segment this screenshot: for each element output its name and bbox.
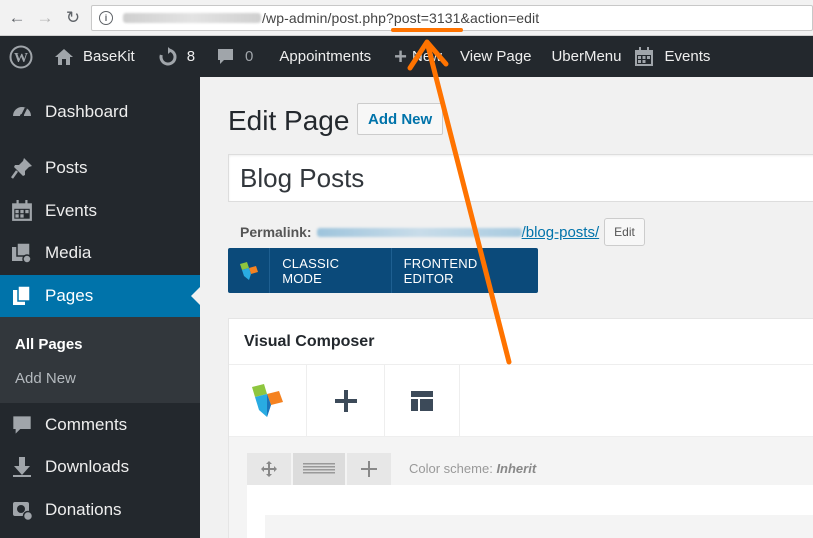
sidebar-item-donations[interactable]: Donations — [0, 489, 200, 531]
vc-toolbar — [229, 365, 813, 437]
vc-logo-icon — [228, 248, 271, 293]
vc-canvas: Color scheme: Inherit — [229, 437, 813, 538]
new-content-link[interactable]: + New — [394, 36, 442, 77]
row-layout-icon[interactable] — [293, 453, 345, 485]
vc-row-body — [247, 485, 813, 538]
sidebar-item-media[interactable]: Media — [0, 232, 200, 274]
submenu-add-new[interactable]: Add New — [15, 370, 76, 387]
sidebar-item-posts[interactable]: Posts — [0, 147, 200, 189]
visual-composer-panel: Visual Composer Color scheme: Inherit — [228, 318, 813, 538]
events-link[interactable]: Events — [634, 36, 711, 77]
address-bar[interactable]: i /wp-admin/post.php?post=3131&action=ed… — [91, 5, 813, 31]
comments-link[interactable]: 0 — [216, 36, 253, 77]
svg-text:W: W — [14, 51, 28, 66]
info-icon[interactable]: i — [99, 11, 113, 25]
sidebar-item-pages[interactable]: Pages — [0, 275, 200, 317]
submenu-all-pages[interactable]: All Pages — [15, 336, 83, 353]
forward-icon[interactable]: → — [34, 7, 56, 29]
sidebar-item-downloads[interactable]: Downloads — [0, 446, 200, 488]
vc-logo-icon — [251, 384, 283, 417]
sidebar-item-label: Media — [45, 243, 92, 262]
calendar-icon — [10, 199, 34, 223]
add-new-button[interactable]: Add New — [357, 103, 444, 135]
permalink-row: Permalink: /blog-posts/ Edit — [240, 218, 645, 246]
page-title: Edit Page — [228, 105, 350, 136]
admin-sidebar: Dashboard Posts Events Media Pages All P… — [0, 77, 200, 538]
sidebar-item-label: Donations — [45, 500, 122, 519]
sidebar-item-label: Pages — [45, 286, 94, 305]
frontend-editor-button[interactable]: FRONTEND EDITOR — [392, 248, 538, 293]
pages-icon — [10, 284, 34, 308]
color-scheme-value: Inherit — [496, 461, 537, 476]
download-icon — [10, 455, 34, 479]
vc-element-box[interactable] — [265, 515, 813, 538]
vc-mode-switcher: CLASSIC MODE FRONTEND EDITOR — [228, 248, 538, 293]
color-scheme-text: Color scheme: Inherit — [409, 461, 536, 476]
admin-bar: W BaseKit 8 0 Appointments + New View Pa… — [0, 36, 813, 77]
media-icon — [10, 241, 34, 265]
layout-template-icon — [411, 391, 433, 411]
sidebar-item-dashboard[interactable]: Dashboard — [0, 91, 200, 133]
sidebar-item-label: Downloads — [45, 457, 130, 476]
updates-link[interactable]: 8 — [158, 36, 195, 77]
url-path: /wp-admin/post.php?post=3131&action=edit — [262, 10, 540, 26]
add-column-icon[interactable] — [347, 453, 391, 485]
reload-icon[interactable]: ↻ — [62, 7, 84, 29]
appointments-link[interactable]: Appointments — [279, 36, 371, 77]
vc-logo-button[interactable] — [229, 365, 307, 437]
new-label: New — [411, 48, 442, 65]
color-scheme-label: Color scheme: — [409, 461, 493, 476]
row-controls — [247, 453, 393, 485]
comments-count: 0 — [245, 48, 254, 65]
screen: ← → ↻ i /wp-admin/post.php?post=3131&act… — [0, 0, 813, 538]
sidebar-item-label: Dashboard — [45, 102, 129, 121]
site-name: BaseKit — [83, 48, 135, 65]
permalink-host-redacted — [316, 227, 522, 237]
sidebar-item-label: Comments — [45, 415, 128, 434]
updates-count: 8 — [186, 48, 196, 65]
ubermenu-link[interactable]: UberMenu — [551, 36, 621, 77]
sidebar-item-label: Posts — [45, 158, 88, 177]
main-content: Edit Page Add New Blog Posts Permalink: … — [200, 77, 813, 538]
permalink-label: Permalink: — [240, 224, 312, 240]
sidebar-item-label: Events — [45, 201, 97, 220]
vc-panel-title: Visual Composer — [229, 319, 813, 365]
plus-icon: + — [394, 43, 407, 69]
updates-icon — [159, 46, 177, 65]
sidebar-item-comments[interactable]: Comments — [0, 404, 200, 446]
browser-toolbar: ← → ↻ i /wp-admin/post.php?post=3131&act… — [0, 0, 813, 36]
vc-add-element-button[interactable] — [307, 365, 385, 437]
move-row-icon[interactable] — [247, 453, 291, 485]
back-icon[interactable]: ← — [6, 7, 28, 29]
sidebar-item-events[interactable]: Events — [0, 190, 200, 232]
view-page-label: View Page — [460, 48, 532, 65]
vc-templates-button[interactable] — [385, 365, 460, 437]
view-page-link[interactable]: View Page — [460, 36, 531, 77]
dashboard-icon — [10, 100, 34, 124]
donations-icon — [10, 498, 34, 522]
comment-bubble-icon — [218, 49, 234, 64]
post-title-input[interactable]: Blog Posts — [228, 154, 813, 202]
permalink-edit-button[interactable]: Edit — [604, 218, 645, 246]
wordpress-logo-icon[interactable]: W — [9, 36, 33, 77]
plus-icon — [334, 390, 357, 412]
events-label: Events — [664, 48, 711, 65]
calendar-icon — [634, 46, 653, 66]
classic-mode-button[interactable]: CLASSIC MODE — [270, 248, 392, 293]
pin-icon — [10, 156, 34, 180]
permalink-link[interactable]: /blog-posts/ — [522, 224, 600, 241]
comment-icon — [10, 413, 34, 437]
site-name-link[interactable]: BaseKit — [54, 36, 135, 77]
appointments-label: Appointments — [279, 48, 372, 65]
pages-submenu: All Pages Add New — [0, 317, 200, 403]
url-host-redacted — [123, 13, 261, 23]
current-menu-arrow — [191, 287, 200, 305]
home-icon — [55, 48, 73, 65]
ubermenu-label: UberMenu — [551, 48, 622, 65]
